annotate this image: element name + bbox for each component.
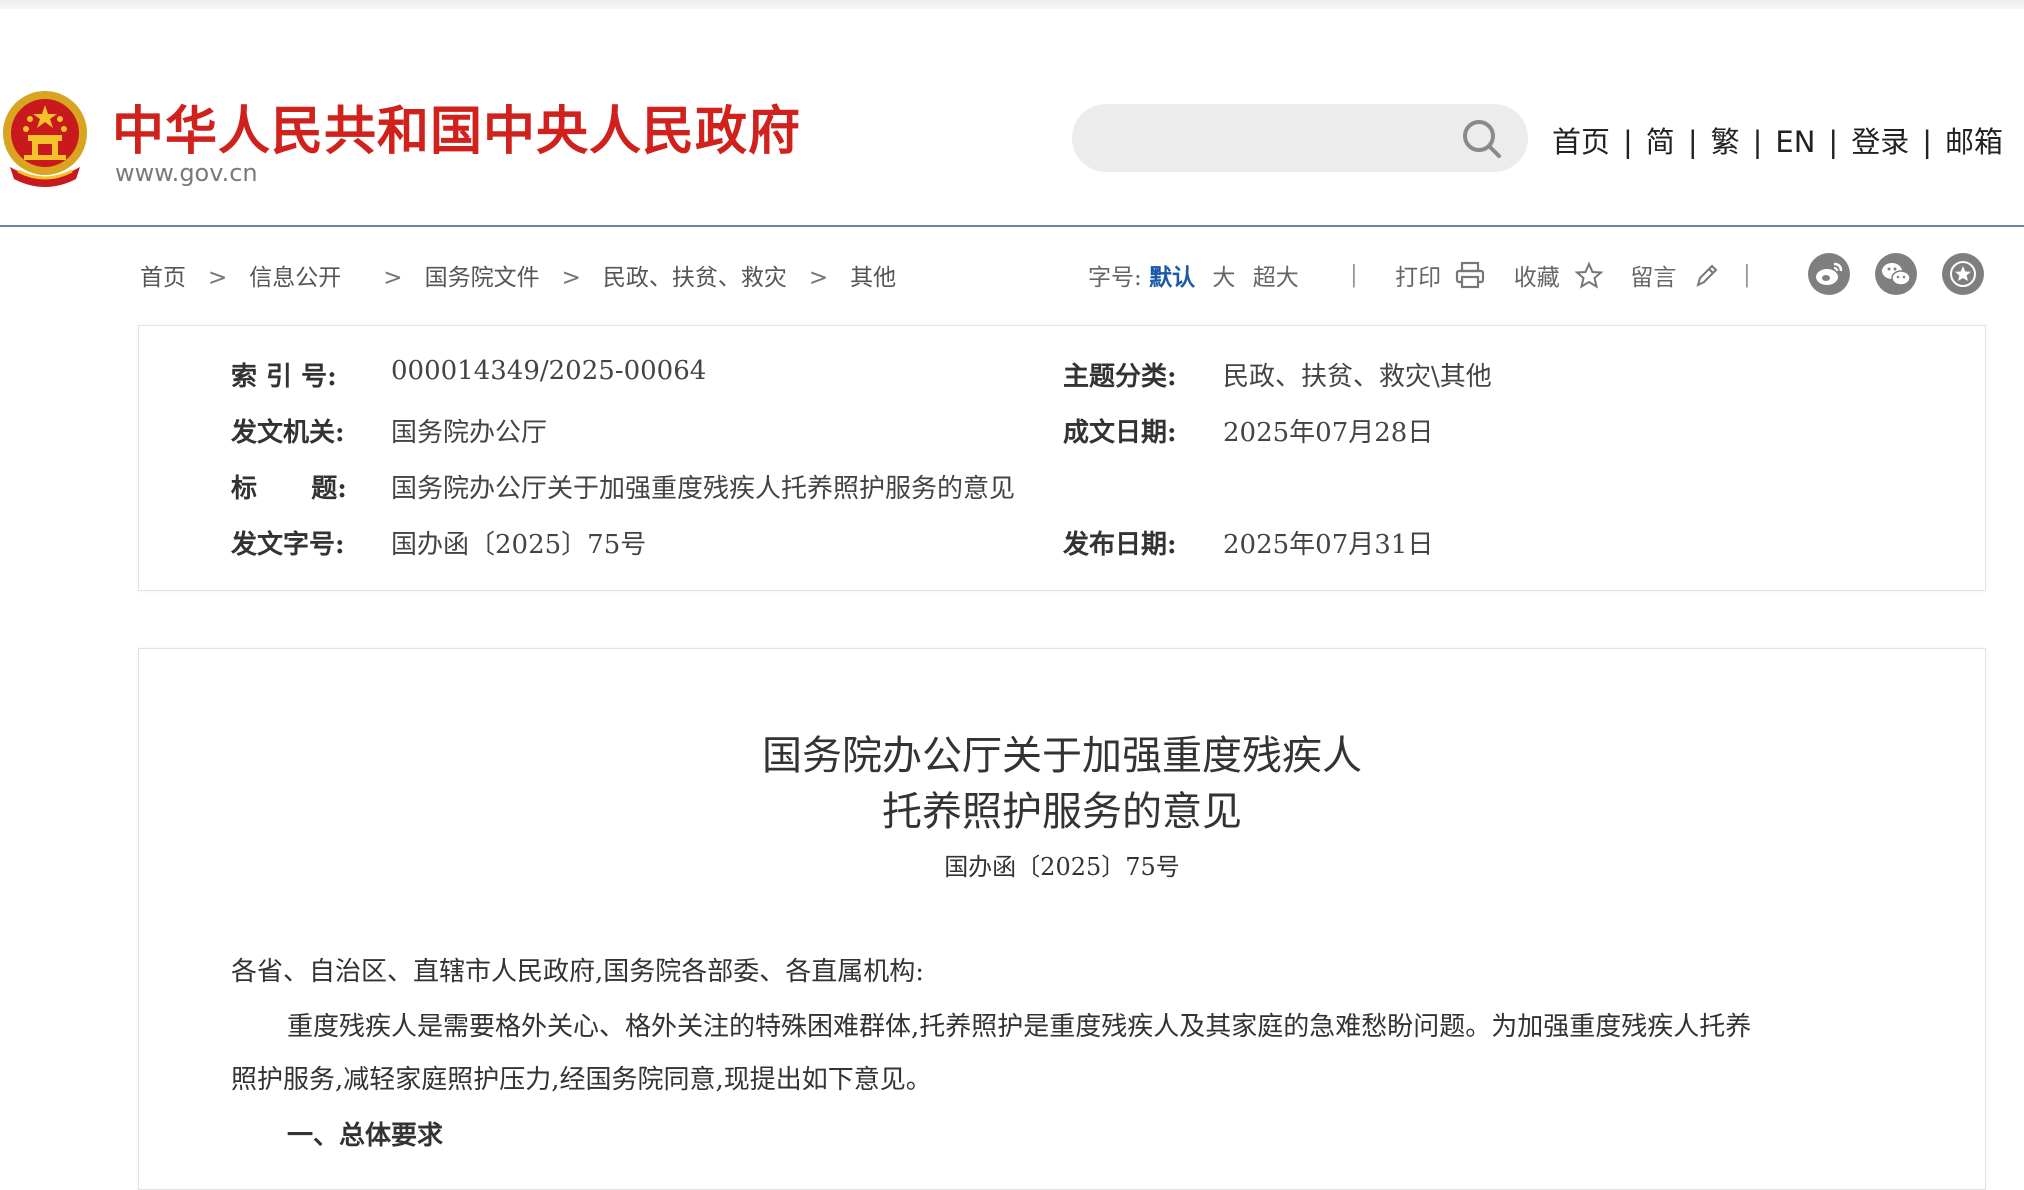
doc-number-value: 国办函〔2025〕75号 <box>391 530 647 560</box>
article-title-line1: 国务院办公厅关于加强重度残疾人 <box>762 733 1362 779</box>
national-emblem-icon <box>3 91 87 187</box>
printer-icon <box>1456 261 1485 289</box>
wechat-share-button[interactable] <box>1875 253 1917 295</box>
breadcrumb: 首页 > 信息公开 > 国务院文件 > 民政、扶贫、救灾 > 其他 <box>140 258 896 292</box>
article-doc-number: 国办函〔2025〕75号 <box>944 853 1180 881</box>
paragraph-1-line-2: 照护服务,减轻家庭照护压力,经国务院同意,现提出如下意见。 <box>231 1065 932 1095</box>
site-header: 中华人民共和国中央人民政府 www.gov.cn 首页 | 简 | 繁 | EN | 登录 | 邮箱 <box>0 9 2024 227</box>
topic-value: 民政、扶贫、救灾\其他 <box>1223 362 1492 392</box>
paragraph-1-line-1: 重度残疾人是需要格外关心、格外关注的特殊困难群体,托养照护是重度残疾人及其家庭的… <box>287 1012 1752 1042</box>
weibo-icon <box>1816 262 1843 285</box>
top-nav: 首页 | 简 | 繁 | EN | 登录 | 邮箱 <box>1552 119 2003 161</box>
font-size-default[interactable]: 默认 <box>1149 264 1195 291</box>
info-row-title: 标 题: 国务院办公厅关于加强重度残疾人托养照护服务的意见 <box>231 468 1731 508</box>
chevron-right-icon: > <box>561 265 581 291</box>
font-size-large[interactable]: 大 <box>1212 265 1235 291</box>
nav-simplified[interactable]: 简 <box>1646 125 1675 159</box>
section-heading: 一、总体要求 <box>287 1121 444 1151</box>
site-title[interactable]: 中华人民共和国中央人民政府 <box>112 89 801 164</box>
weibo-share-button[interactable] <box>1808 253 1850 295</box>
doc-number-label: 发文字号: <box>231 530 345 560</box>
document-info-box: 索 引 号: 000014349/2025-00064 主题分类: 民政、扶贫、… <box>138 325 1986 591</box>
nav-home[interactable]: 首页 <box>1552 125 1610 159</box>
toolbar-divider: | <box>1350 262 1358 288</box>
issuer-value: 国务院办公厅 <box>391 418 548 448</box>
article-title-line2: 托养照护服务的意见 <box>882 789 1242 835</box>
nav-separator: | <box>1922 125 1932 159</box>
nav-mail[interactable]: 邮箱 <box>1945 125 2003 159</box>
nav-separator: | <box>1623 125 1633 159</box>
nav-english[interactable]: EN <box>1775 125 1815 159</box>
comment-button[interactable]: 留言 <box>1630 261 1729 291</box>
chevron-right-icon: > <box>808 265 829 291</box>
title-label: 标 题: <box>231 474 347 504</box>
collect-share-button[interactable] <box>1942 253 1984 295</box>
browser-top-strip <box>0 0 2024 9</box>
favorite-star-icon <box>1950 261 1976 287</box>
issuer-label: 发文机关: <box>231 418 345 448</box>
published-date-value: 2025年07月31日 <box>1223 530 1434 560</box>
title-value: 国务院办公厅关于加强重度残疾人托养照护服务的意见 <box>391 474 1016 504</box>
breadcrumb-civil-affairs[interactable]: 民政、扶贫、救灾 <box>603 265 787 291</box>
wechat-icon <box>1882 263 1911 286</box>
info-row-topic: 主题分类: 民政、扶贫、救灾\其他 <box>1063 356 1863 396</box>
written-date-value: 2025年07月28日 <box>1223 418 1434 448</box>
article-toolbar: 字号: 默认 大 超大 | 打印 收藏 留言 | <box>1088 258 1751 292</box>
print-label: 打印 <box>1395 265 1442 291</box>
nav-traditional[interactable]: 繁 <box>1711 125 1740 159</box>
nav-separator: | <box>1687 125 1698 159</box>
info-row-written-date: 成文日期: 2025年07月28日 <box>1063 412 1863 452</box>
breadcrumb-state-council-docs[interactable]: 国务院文件 <box>425 265 540 291</box>
topic-label: 主题分类: <box>1063 362 1177 392</box>
index-value: 000014349/2025-00064 <box>391 356 707 386</box>
info-row-index: 索 引 号: 000014349/2025-00064 <box>231 356 931 396</box>
favorite-label: 收藏 <box>1513 265 1560 291</box>
comment-label: 留言 <box>1630 265 1677 291</box>
pencil-icon <box>1696 264 1718 287</box>
nav-separator: | <box>1752 125 1763 159</box>
search-box <box>1072 104 1528 172</box>
search-icon[interactable] <box>1460 117 1504 161</box>
chevron-right-icon: > <box>383 265 403 291</box>
favorite-button[interactable]: 收藏 <box>1514 261 1613 291</box>
toolbar-divider: | <box>1742 262 1751 288</box>
info-row-issuer: 发文机关: 国务院办公厅 <box>231 412 931 452</box>
print-button[interactable]: 打印 <box>1395 261 1494 291</box>
index-label: 索 引 号: <box>231 362 337 392</box>
nav-login[interactable]: 登录 <box>1851 125 1909 159</box>
salutation: 各省、自治区、直辖市人民政府,国务院各部委、各直属机构: <box>231 957 925 987</box>
article-body: 国务院办公厅关于加强重度残疾人 托养照护服务的意见 国办函〔2025〕75号 各… <box>138 648 1986 1190</box>
font-size-label: 字号: <box>1088 265 1142 291</box>
search-input[interactable] <box>1102 120 1446 158</box>
chevron-right-icon: > <box>208 265 228 291</box>
info-row-published-date: 发布日期: 2025年07月31日 <box>1063 524 1863 564</box>
font-size-xlarge[interactable]: 超大 <box>1253 265 1299 291</box>
info-row-doc-number: 发文字号: 国办函〔2025〕75号 <box>231 524 931 564</box>
published-date-label: 发布日期: <box>1063 530 1177 560</box>
nav-separator: | <box>1828 125 1839 159</box>
site-url: www.gov.cn <box>115 159 258 187</box>
written-date-label: 成文日期: <box>1063 418 1177 448</box>
breadcrumb-info-disclosure[interactable]: 信息公开 <box>249 265 341 291</box>
breadcrumb-home[interactable]: 首页 <box>140 265 186 291</box>
star-outline-icon <box>1574 261 1604 289</box>
breadcrumb-other[interactable]: 其他 <box>850 265 896 291</box>
